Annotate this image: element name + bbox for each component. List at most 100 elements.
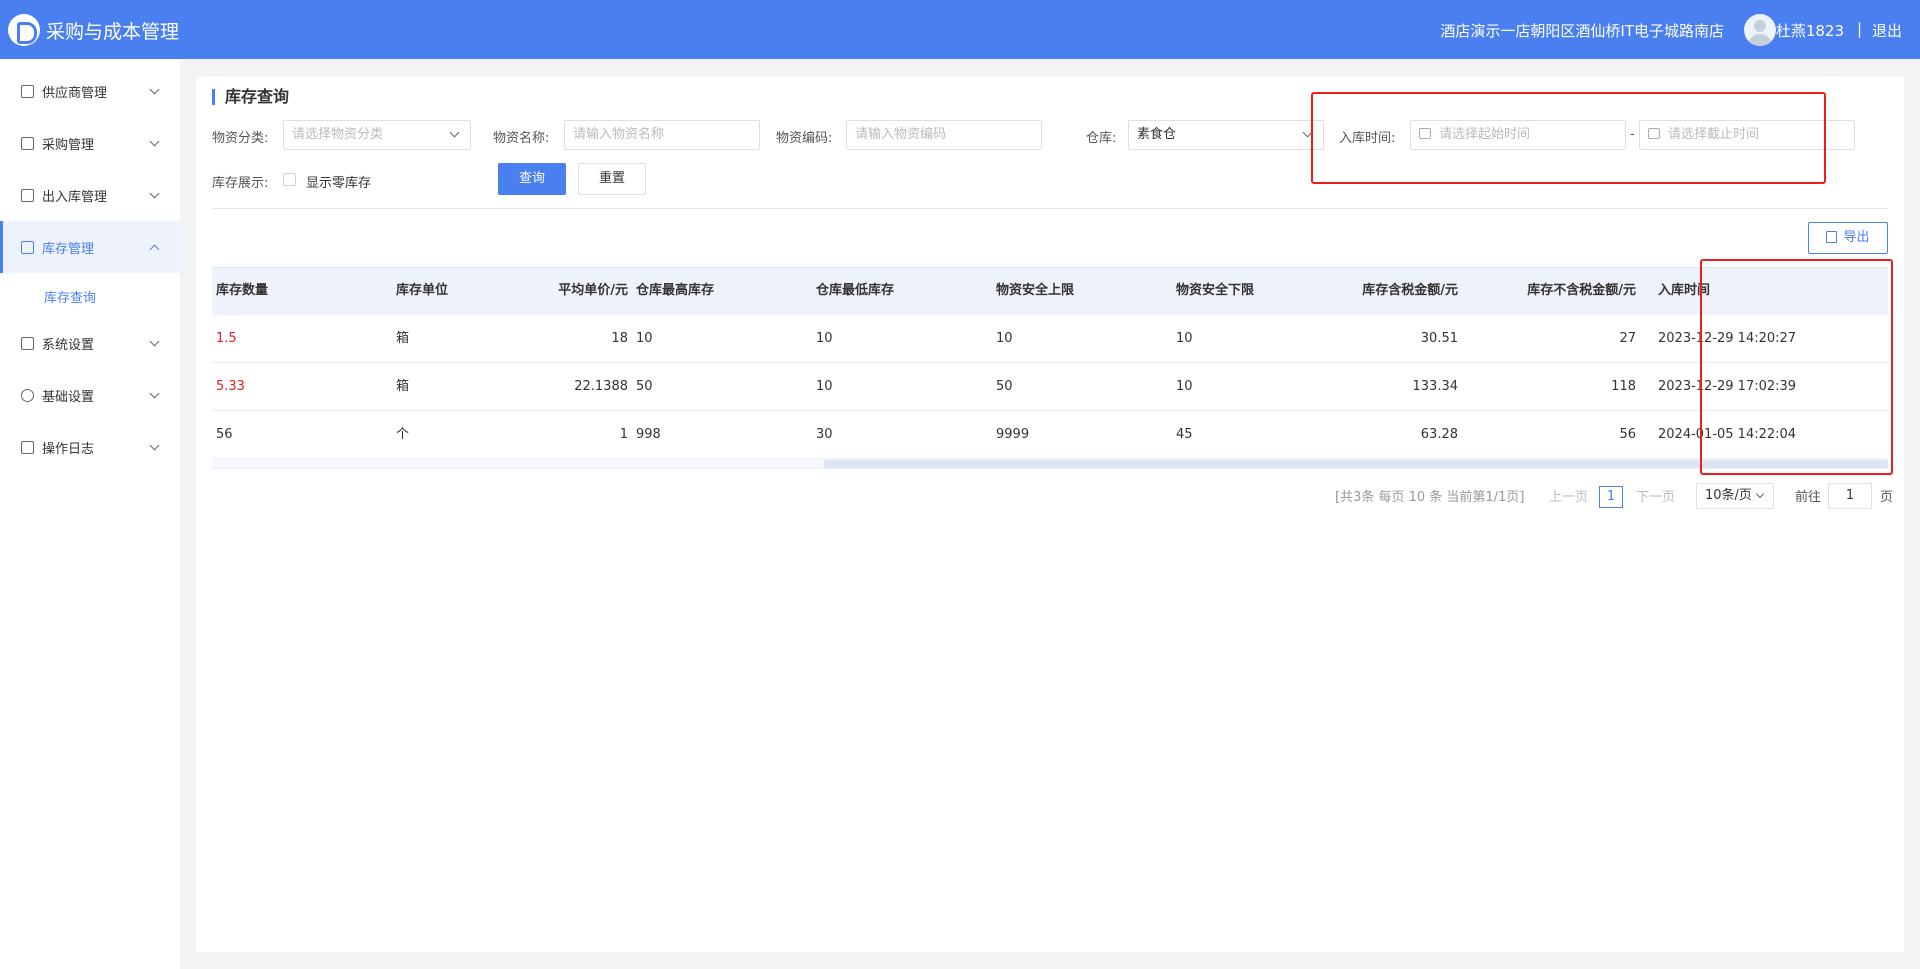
category-label: 物资分类: xyxy=(212,131,269,146)
log-icon xyxy=(21,440,34,454)
chevron-up-icon xyxy=(149,244,160,255)
reset-button[interactable]: 重置 xyxy=(578,163,646,195)
safety-lower-cell: 45 xyxy=(1176,427,1193,442)
app-title: 采购与成本管理 xyxy=(46,21,180,43)
column-header[interactable]: 库存单位 xyxy=(392,268,502,315)
goto-label: 前往 xyxy=(1795,490,1822,505)
chevron-down-icon xyxy=(149,188,160,199)
zero-stock-checkbox[interactable] xyxy=(283,173,296,186)
sidebar-item-label: 库存管理 xyxy=(42,241,95,257)
category-select[interactable]: 请选择物资分类 xyxy=(283,120,471,150)
user-name[interactable]: 杜燕1823 xyxy=(1776,20,1844,41)
amount-with-tax-cell: 133.34 xyxy=(1412,379,1459,394)
divider xyxy=(212,208,1888,209)
warehouse-select[interactable]: 素食仓 xyxy=(1128,120,1324,150)
store-name[interactable]: 酒店演示一店朝阳区酒仙桥IT电子城路南店 xyxy=(1440,20,1724,41)
sidebar-item-basic-settings[interactable]: 基础设置 xyxy=(0,369,180,421)
chevron-down-icon xyxy=(149,136,160,147)
min-stock-cell: 30 xyxy=(816,427,833,442)
warehouse-value: 素食仓 xyxy=(1137,127,1177,142)
annotation-highlight-time-filter xyxy=(1311,92,1826,184)
safety-upper-cell: 10 xyxy=(996,331,1013,346)
amount-without-tax-cell: 118 xyxy=(1611,379,1636,394)
inout-icon xyxy=(21,188,34,202)
name-label: 物资名称: xyxy=(493,131,550,146)
amount-with-tax-cell: 30.51 xyxy=(1420,331,1458,346)
sidebar-item-label: 基础设置 xyxy=(42,389,95,405)
page-suffix: 页 xyxy=(1880,490,1894,505)
amount-without-tax-cell: 56 xyxy=(1619,427,1636,442)
save-icon xyxy=(1826,231,1838,243)
page-size-select[interactable]: 10条/页 xyxy=(1696,483,1774,509)
safety-lower-cell: 10 xyxy=(1176,331,1193,346)
sidebar-item-label: 出入库管理 xyxy=(42,189,108,205)
zero-stock-label[interactable]: 显示零库存 xyxy=(306,172,371,191)
export-label: 导出 xyxy=(1843,230,1870,245)
column-header[interactable]: 库存数量 xyxy=(212,268,392,315)
chevron-down-icon xyxy=(449,127,460,138)
app-logo-icon xyxy=(8,14,40,46)
amount-without-tax-cell: 27 xyxy=(1619,331,1636,346)
purchase-icon xyxy=(21,136,34,150)
unit-cell: 箱 xyxy=(396,379,410,394)
chevron-down-icon xyxy=(149,440,160,451)
sidebar-item-system[interactable]: 系统设置 xyxy=(0,317,180,369)
sidebar-item-inout[interactable]: 出入库管理 xyxy=(0,169,180,221)
sidebar-subitem-inventory-query[interactable]: 库存查询 xyxy=(44,287,96,306)
gear-icon xyxy=(21,388,34,402)
unit-cell: 个 xyxy=(396,427,410,442)
stock-quantity-cell: 1.5 xyxy=(216,331,237,346)
max-stock-cell: 10 xyxy=(636,331,653,346)
sidebar-item-log[interactable]: 操作日志 xyxy=(0,421,180,473)
sidebar-item-inventory[interactable]: 库存管理 xyxy=(0,221,180,273)
column-header[interactable]: 物资安全下限 xyxy=(1172,268,1292,315)
safety-upper-cell: 9999 xyxy=(996,427,1030,442)
sidebar-item-label: 采购管理 xyxy=(42,137,95,153)
logout-link[interactable]: 退出 xyxy=(1872,20,1902,41)
query-button[interactable]: 查询 xyxy=(498,163,566,195)
chevron-down-icon xyxy=(149,84,160,95)
stock-quantity-cell: 56 xyxy=(216,427,233,442)
column-header[interactable]: 物资安全上限 xyxy=(992,268,1172,315)
supplier-icon xyxy=(21,84,34,98)
amount-with-tax-cell: 63.28 xyxy=(1420,427,1458,442)
category-placeholder: 请选择物资分类 xyxy=(292,127,384,142)
goto-page-input[interactable]: 1 xyxy=(1828,483,1872,509)
safety-upper-cell: 50 xyxy=(996,379,1013,394)
code-input[interactable]: 请输入物资编码 xyxy=(846,120,1042,150)
max-stock-cell: 50 xyxy=(636,379,653,394)
pagination-summary: [共3条 每页 10 条 当前第1/1页] xyxy=(1335,490,1525,505)
table-row[interactable]: 56 个 1 998 30 9999 45 63.28 56 2024-01-0… xyxy=(212,411,1888,459)
avatar[interactable] xyxy=(1744,14,1776,46)
sidebar-item-label: 供应商管理 xyxy=(42,85,108,101)
unit-cell: 箱 xyxy=(396,331,410,346)
column-header[interactable]: 库存不含税金额/元 xyxy=(1462,268,1640,315)
chevron-down-icon xyxy=(149,336,160,347)
page-number-button[interactable]: 1 xyxy=(1599,486,1623,508)
sidebar-item-label: 操作日志 xyxy=(42,441,95,457)
next-page-button[interactable]: 下一页 xyxy=(1636,486,1675,505)
column-header[interactable]: 仓库最高库存 xyxy=(632,268,812,315)
sidebar-item-purchase[interactable]: 采购管理 xyxy=(0,117,180,169)
system-icon xyxy=(21,336,34,350)
export-button[interactable]: 导出 xyxy=(1808,222,1888,254)
inventory-icon xyxy=(21,240,34,254)
prev-page-button[interactable]: 上一页 xyxy=(1549,486,1588,505)
table-row[interactable]: 5.33 箱 22.1388 50 10 50 10 133.34 118 20… xyxy=(212,363,1888,411)
avg-price-cell: 18 xyxy=(611,331,628,346)
name-input[interactable]: 请输入物资名称 xyxy=(564,120,760,150)
page-size-value: 10条/页 xyxy=(1705,488,1752,503)
chevron-down-icon xyxy=(149,388,160,399)
horizontal-scrollbar[interactable] xyxy=(212,459,1888,469)
display-label: 库存展示: xyxy=(212,176,269,191)
column-header[interactable]: 库存含税金额/元 xyxy=(1292,268,1462,315)
sidebar-item-supplier[interactable]: 供应商管理 xyxy=(0,65,180,117)
safety-lower-cell: 10 xyxy=(1176,379,1193,394)
column-header[interactable]: 平均单价/元 xyxy=(502,268,632,315)
column-header[interactable]: 仓库最低库存 xyxy=(812,268,992,315)
min-stock-cell: 10 xyxy=(816,331,833,346)
inventory-table: 库存数量 库存单位 平均单价/元 仓库最高库存 仓库最低库存 物资安全上限 物资… xyxy=(212,267,1888,469)
warehouse-label: 仓库: xyxy=(1086,131,1117,146)
table-row[interactable]: 1.5 箱 18 10 10 10 10 30.51 27 2023-12-29… xyxy=(212,315,1888,363)
avg-price-cell: 22.1388 xyxy=(574,379,628,394)
